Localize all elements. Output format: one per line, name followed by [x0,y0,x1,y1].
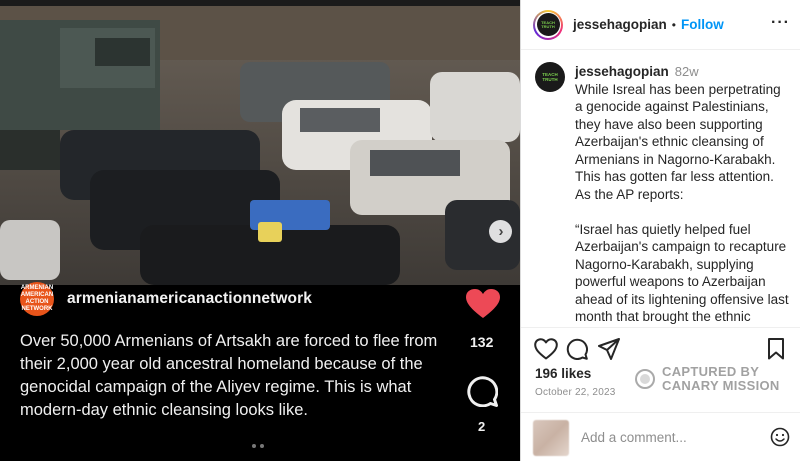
embedded-like-count: 132 [470,334,494,350]
comment-icon[interactable] [566,338,588,360]
comment-bubble-icon[interactable] [466,375,498,407]
more-options-icon[interactable]: ··· [771,14,790,32]
post-sidebar: TEACH TRUTH jessehagopian • Follow ··· T… [520,0,800,461]
comment-composer [521,412,800,462]
embedded-post-header: ARMENIAN AMERICAN ACTION NETWORK armenia… [20,282,312,316]
embedded-comment-count: 2 [478,419,486,434]
canary-mission-logo-icon [635,369,655,389]
caption-username[interactable]: jessehagopian [575,64,669,79]
post-header: TEACH TRUTH jessehagopian • Follow ··· [521,0,800,50]
post-date[interactable]: October 22, 2023 [535,387,615,398]
caption-avatar-label: TEACH TRUTH [542,72,558,82]
action-bar [521,327,800,366]
next-slide-button[interactable]: › [489,220,512,243]
watermark-text: CAPTURED BY CANARY MISSION [662,365,780,393]
caption-avatar[interactable]: TEACH TRUTH [535,62,565,92]
follow-button[interactable]: Follow [681,17,724,32]
watermark-line-2: CANARY MISSION [662,378,780,393]
separator-dot: • [671,17,676,32]
likes-count[interactable]: 196 likes [535,366,591,381]
like-heart-icon[interactable] [534,338,558,360]
caption-body: jessehagopian 82w While Isreal has been p… [575,63,790,327]
instagram-post: › ARMENIAN AMERICAN ACTION NETWORK armen… [0,0,800,461]
bookmark-icon[interactable] [767,338,785,360]
video-frame-image [0,0,520,285]
caption-text: While Isreal has been perpetrating a gen… [575,81,789,328]
chevron-right-icon: › [498,223,504,240]
header-username[interactable]: jessehagopian [573,17,667,32]
caption-section: TEACH TRUTH jessehagopian 82w While Isrea… [521,51,800,327]
embedded-avatar-label: ARMENIAN AMERICAN ACTION NETWORK [20,285,54,312]
avatar-label: TEACH TRUTH [541,19,555,29]
heart-icon[interactable] [466,289,500,319]
embedded-caption: Over 50,000 Armenians of Artsakh are for… [20,332,438,419]
story-ring[interactable]: TEACH TRUTH [533,9,563,40]
watermark: CAPTURED BY CANARY MISSION [635,365,785,393]
blurred-avatar [533,419,569,456]
share-icon[interactable] [598,338,620,360]
comment-input[interactable] [579,429,753,446]
embedded-avatar[interactable]: ARMENIAN AMERICAN ACTION NETWORK [20,282,54,316]
avatar: TEACH TRUTH [536,13,560,36]
watermark-line-1: CAPTURED BY [662,364,760,379]
carousel-dots [252,444,264,448]
embedded-username[interactable]: armenianamericanactionnetwork [67,290,312,308]
carousel-dot [260,444,264,448]
caption-timestamp[interactable]: 82w [675,64,699,79]
carousel-dot [252,444,256,448]
emoji-icon[interactable] [770,427,790,447]
post-media[interactable]: › ARMENIAN AMERICAN ACTION NETWORK armen… [0,0,520,461]
